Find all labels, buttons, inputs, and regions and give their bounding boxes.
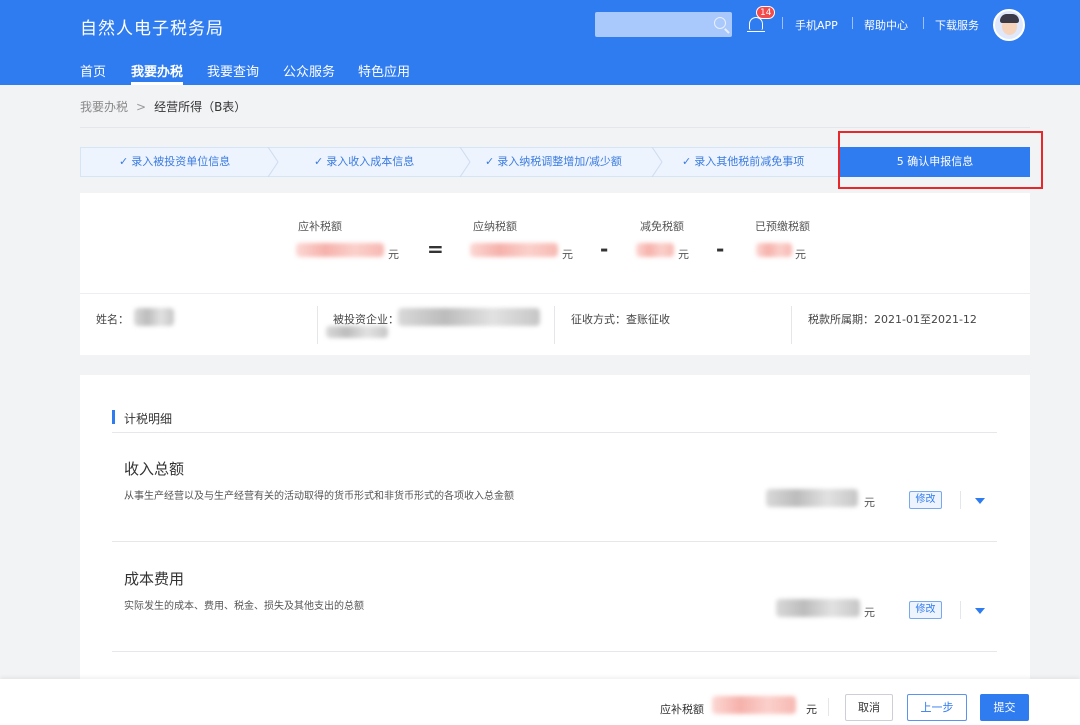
step-divider [459, 147, 471, 177]
tax-summary-card: 应补税额 元 = 应纳税额 元 - 减免税额 元 - 已预缴税额 元 [80, 193, 1030, 293]
unit-label: 元 [864, 496, 875, 509]
divider [80, 127, 1030, 128]
nav-active-indicator [131, 82, 183, 85]
amount-due-value [296, 243, 384, 257]
submit-button[interactable]: 提交 [980, 694, 1029, 721]
edit-cost-button[interactable]: 修改 [909, 601, 942, 619]
income-total-title: 收入总额 [124, 460, 185, 478]
caret-down-icon[interactable] [975, 498, 985, 504]
name-value [134, 308, 174, 326]
previous-step-button[interactable]: 上一步 [907, 694, 967, 721]
tax-payable-label: 应纳税额 [473, 220, 517, 233]
tax-period-key: 税款所属期： [808, 313, 874, 326]
unit-label: 元 [678, 248, 689, 261]
tax-relief-value [636, 243, 674, 257]
check-icon: ✓ [485, 155, 495, 168]
edit-income-button[interactable]: 修改 [909, 491, 942, 509]
cost-expense-desc: 实际发生的成本、费用、税金、损失及其他支出的总额 [124, 601, 364, 612]
footer-amount-value [712, 696, 796, 714]
step-4[interactable]: ✓ 录入其他税前减免事项 [682, 148, 804, 176]
chevron-right-icon: > [136, 100, 147, 114]
cancel-button[interactable]: 取消 [845, 694, 893, 721]
divider [960, 601, 961, 619]
breadcrumb-current: 经营所得（B表） [154, 100, 247, 114]
help-center-link[interactable]: 帮助中心 [864, 17, 908, 33]
income-total-desc: 从事生产经营以及与生产经营有关的活动取得的货币形式和非货币形式的各项收入总金额 [124, 491, 514, 502]
amount-due-label: 应补税额 [298, 220, 342, 233]
divider [112, 432, 997, 433]
avatar[interactable] [993, 9, 1025, 41]
prepaid-tax-label: 已预缴税额 [755, 220, 810, 233]
breadcrumb: 我要办税 > 经营所得（B表） [80, 98, 246, 115]
equals-sign: = [427, 237, 444, 261]
tax-period-value: 2021-01至2021-12 [874, 313, 977, 326]
header-divider [852, 17, 853, 29]
check-icon: ✓ [682, 155, 692, 168]
step-label: 录入被投资单位信息 [131, 155, 231, 168]
mobile-app-link[interactable]: 手机APP [795, 17, 838, 33]
levy-method-key: 征收方式： [571, 313, 626, 326]
levy-method-label: 征收方式：查账征收 [571, 311, 670, 327]
search-icon[interactable] [714, 17, 726, 29]
check-icon: ✓ [314, 155, 324, 168]
tax-payable-value [470, 243, 558, 257]
income-total-value [766, 489, 858, 507]
divider [112, 541, 997, 542]
divider [791, 306, 792, 344]
check-icon: ✓ [119, 155, 129, 168]
site-title[interactable]: 自然人电子税务局 [80, 14, 224, 39]
divider [554, 306, 555, 344]
divider [112, 651, 997, 652]
nav-query[interactable]: 我要查询 [207, 61, 259, 80]
avatar-hair [1000, 14, 1019, 23]
header-divider [923, 17, 924, 29]
breadcrumb-home[interactable]: 我要办税 [80, 100, 128, 114]
cost-expense-title: 成本费用 [124, 570, 185, 588]
highlight-annotation [838, 131, 1043, 189]
unit-label: 元 [795, 248, 806, 261]
step-3[interactable]: ✓ 录入纳税调整增加/减少额 [485, 148, 622, 176]
divider [828, 698, 829, 716]
divider [317, 306, 318, 344]
notification-badge: 14 [756, 6, 776, 19]
search-input[interactable] [595, 12, 732, 37]
step-label: 录入其他税前减免事项 [694, 155, 805, 168]
step-1[interactable]: ✓ 录入被投资单位信息 [119, 148, 230, 176]
top-header: 自然人电子税务局 14 手机APP 帮助中心 下载服务 首页 我要办税 我要查询… [0, 0, 1080, 85]
divider [960, 491, 961, 509]
section-marker [112, 410, 115, 424]
caret-down-icon[interactable] [975, 608, 985, 614]
minus-sign: - [716, 237, 725, 261]
nav-public-service[interactable]: 公众服务 [283, 61, 335, 80]
unit-label: 元 [388, 248, 399, 261]
nav-featured-apps[interactable]: 特色应用 [358, 61, 410, 80]
step-2[interactable]: ✓ 录入收入成本信息 [314, 148, 414, 176]
tax-relief-label: 减免税额 [640, 220, 684, 233]
taxpayer-info-card: 姓名： 被投资企业： 征收方式：查账征收 税款所属期：2021-01至2021-… [80, 293, 1030, 355]
tax-detail-card: 计税明细 收入总额 从事生产经营以及与生产经营有关的活动取得的货币形式和非货币形… [80, 375, 1030, 705]
unit-label: 元 [806, 703, 817, 716]
prepaid-tax-value [756, 243, 792, 257]
company-value-line2 [326, 326, 388, 338]
nav-home[interactable]: 首页 [80, 61, 106, 80]
header-divider [782, 17, 783, 29]
step-divider [651, 147, 663, 177]
name-label: 姓名： [96, 313, 129, 326]
section-title: 计税明细 [124, 412, 173, 426]
company-value [398, 308, 540, 326]
unit-label: 元 [864, 606, 875, 619]
footer-bar: 应补税额 元 取消 上一步 提交 [0, 679, 1080, 725]
company-label: 被投资企业： [333, 313, 399, 326]
cost-expense-value [776, 599, 860, 617]
footer-amount-label: 应补税额 [660, 703, 704, 716]
unit-label: 元 [562, 248, 573, 261]
tax-period-label: 税款所属期：2021-01至2021-12 [808, 311, 977, 327]
step-label: 录入纳税调整增加/减少额 [497, 155, 622, 168]
step-divider [267, 147, 279, 177]
download-service-link[interactable]: 下载服务 [935, 17, 979, 33]
levy-method-value: 查账征收 [626, 313, 670, 326]
minus-sign: - [600, 237, 609, 261]
step-label: 录入收入成本信息 [326, 155, 415, 168]
nav-tax-handling[interactable]: 我要办税 [131, 61, 183, 80]
